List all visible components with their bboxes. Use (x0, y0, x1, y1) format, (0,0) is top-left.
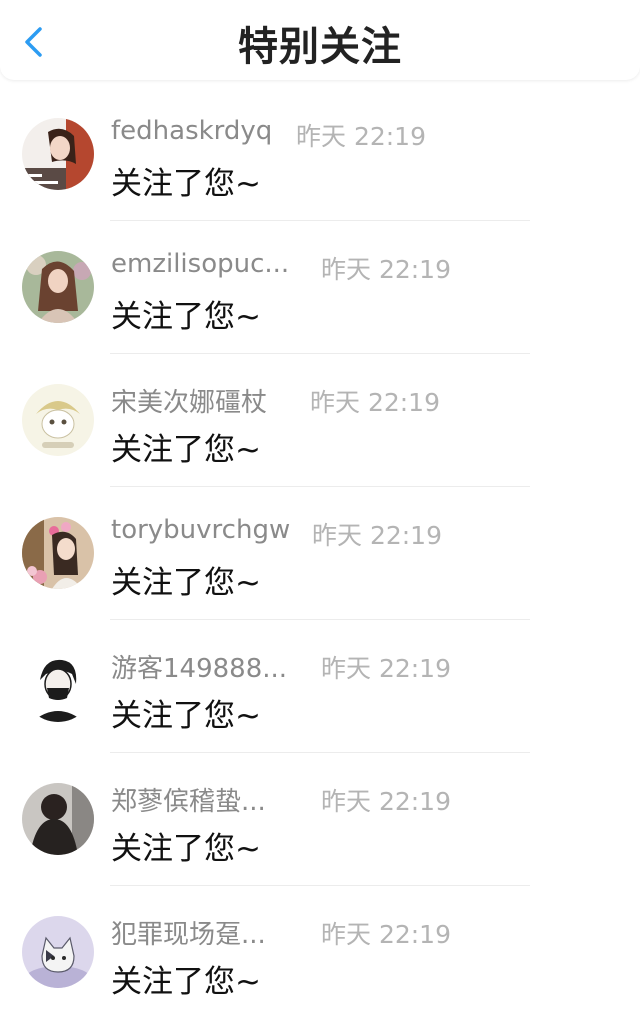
list-item[interactable]: 宋美次娜礓杖 昨天 22:19 关注了您~ (0, 354, 640, 487)
avatar[interactable] (22, 251, 94, 323)
user-name: torybuvrchgw (111, 515, 291, 545)
timestamp: 昨天 22:19 (321, 920, 451, 949)
message-text: 关注了您~ (111, 432, 261, 468)
message-text: 关注了您~ (111, 299, 261, 335)
message-text: 关注了您~ (111, 166, 261, 202)
header-bar: 特别关注 (0, 0, 640, 80)
list-item[interactable]: 郑蓼傧稽蛰... 昨天 22:19 关注了您~ (0, 753, 640, 886)
message-text: 关注了您~ (111, 565, 261, 601)
avatar[interactable] (22, 783, 94, 855)
list-item[interactable]: 游客149888... 昨天 22:19 关注了您~ (0, 620, 640, 753)
cartoon-avatar (22, 384, 94, 456)
masked-boy-avatar (22, 650, 94, 722)
timestamp: 昨天 22:19 (321, 787, 451, 816)
avatar[interactable] (22, 517, 94, 589)
message-text: 关注了您~ (111, 831, 261, 867)
user-name: 游客149888... (111, 654, 288, 684)
user-name: 犯罪现场趸... (111, 920, 266, 950)
person-back-avatar (22, 783, 94, 855)
avatar[interactable] (22, 650, 94, 722)
list-item[interactable]: emzilisopuc... 昨天 22:19 关注了您~ (0, 221, 640, 354)
timestamp: 昨天 22:19 (321, 255, 451, 284)
message-text: 关注了您~ (111, 698, 261, 734)
avatar[interactable] (22, 916, 94, 988)
girl-flowers-avatar (22, 517, 94, 589)
cat-illustration-avatar (22, 916, 94, 988)
user-name: fedhaskrdyq (111, 116, 273, 146)
timestamp: 昨天 22:19 (312, 521, 442, 550)
avatar[interactable] (22, 118, 94, 190)
list-item[interactable]: torybuvrchgw 昨天 22:19 关注了您~ (0, 487, 640, 620)
user-name: 郑蓼傧稽蛰... (111, 787, 266, 817)
message-text: 关注了您~ (111, 964, 261, 1000)
timestamp: 昨天 22:19 (321, 654, 451, 683)
user-name: 宋美次娜礓杖 (111, 388, 268, 418)
girl-photo-avatar (22, 118, 94, 190)
avatar[interactable] (22, 384, 94, 456)
user-name: emzilisopuc... (111, 249, 290, 279)
page-title: 特别关注 (238, 24, 402, 70)
follow-list: fedhaskrdyq 昨天 22:19 关注了您~ emzilisopuc..… (0, 88, 640, 1019)
list-item[interactable]: fedhaskrdyq 昨天 22:19 关注了您~ (0, 88, 640, 221)
list-item[interactable]: 犯罪现场趸... 昨天 22:19 关注了您~ (0, 886, 640, 1019)
woman-portrait-avatar (22, 251, 94, 323)
timestamp: 昨天 22:19 (296, 122, 426, 151)
timestamp: 昨天 22:19 (310, 388, 440, 417)
